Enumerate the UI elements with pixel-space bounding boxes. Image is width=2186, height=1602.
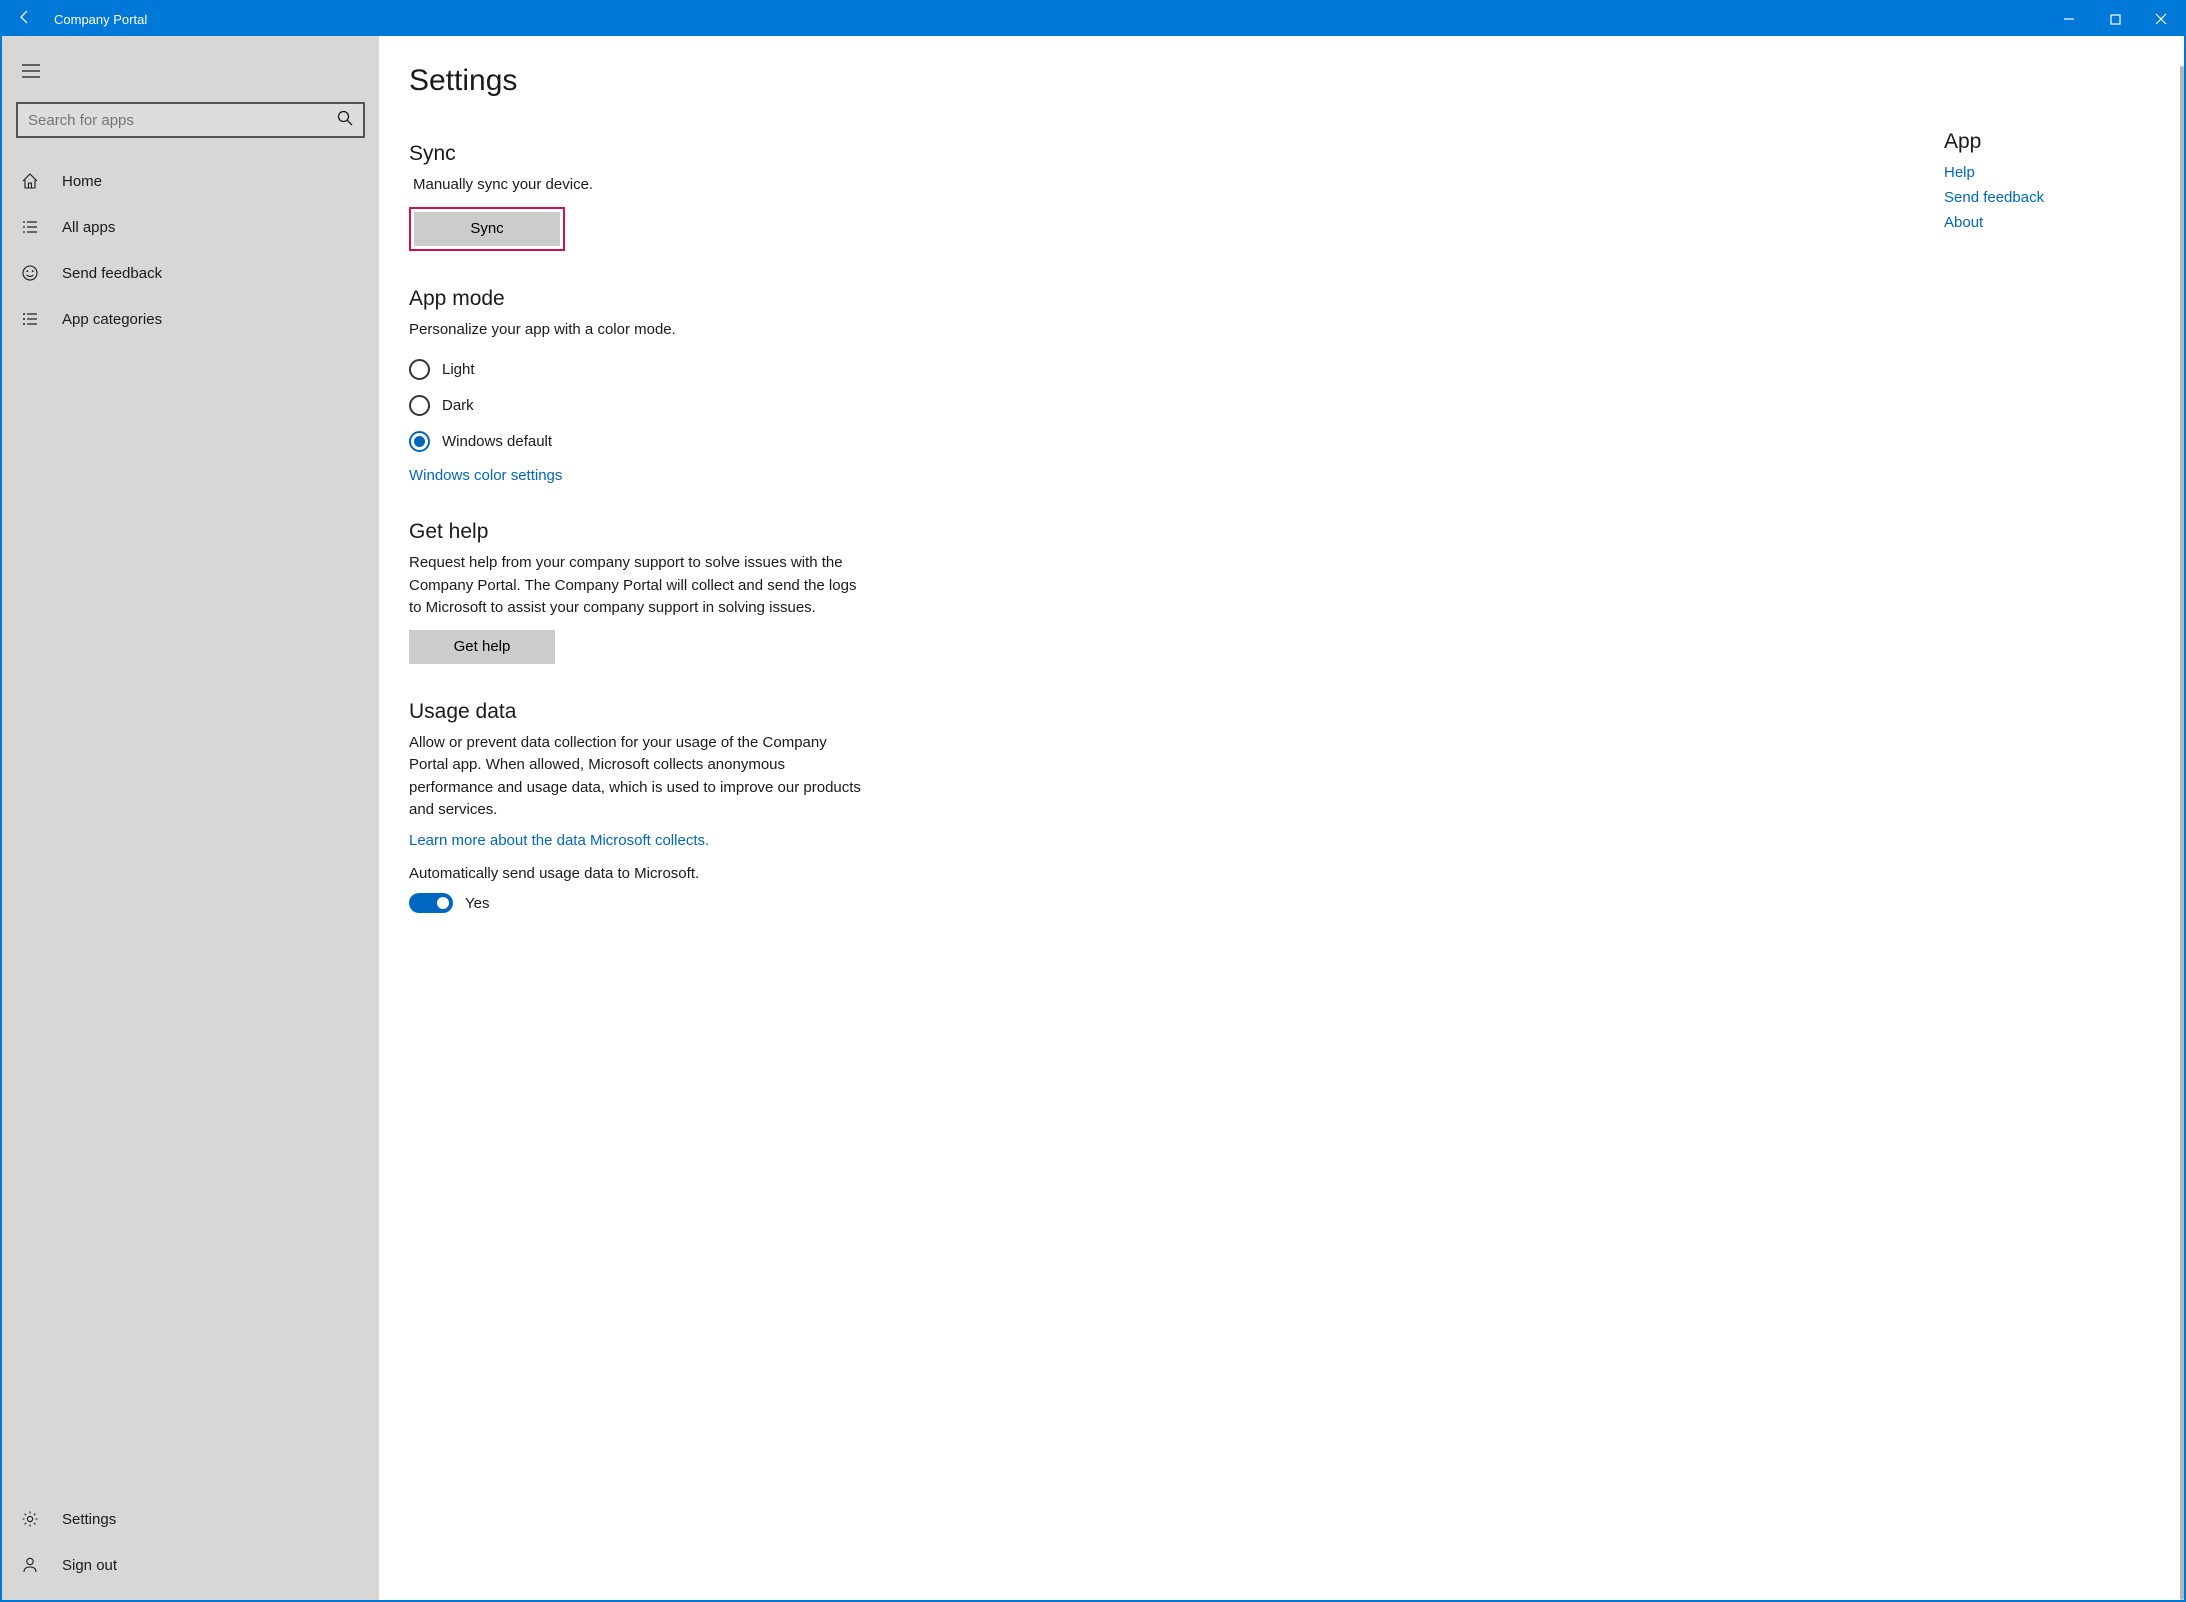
- sidebar: Home All apps Send feedback App categori…: [2, 36, 379, 1600]
- sync-desc: Manually sync your device.: [409, 174, 869, 197]
- sidebar-item-label: Home: [62, 173, 102, 190]
- usage-desc: Allow or prevent data collection for you…: [409, 732, 869, 822]
- sidebar-item-send-feedback[interactable]: Send feedback: [2, 250, 379, 296]
- sidebar-item-label: Sign out: [62, 1557, 117, 1574]
- section-usage-data: Usage data Allow or prevent data collect…: [409, 700, 869, 914]
- radio-icon: [409, 395, 430, 416]
- appmode-radio-light[interactable]: Light: [409, 351, 869, 387]
- gear-icon: [20, 1510, 40, 1528]
- home-icon: [20, 172, 40, 190]
- sidebar-item-label: Settings: [62, 1511, 116, 1528]
- sync-heading: Sync: [409, 142, 869, 166]
- get-help-button[interactable]: Get help: [409, 630, 555, 664]
- radio-icon: [409, 359, 430, 380]
- window-minimize-button[interactable]: [2046, 2, 2092, 36]
- scrollbar[interactable]: [2180, 66, 2184, 1600]
- titlebar: Company Portal: [2, 2, 2184, 36]
- section-app-mode: App mode Personalize your app with a col…: [409, 287, 869, 485]
- section-get-help: Get help Request help from your company …: [409, 520, 869, 664]
- radio-label: Windows default: [442, 433, 552, 450]
- gethelp-heading: Get help: [409, 520, 869, 544]
- rightcol-link-send-feedback[interactable]: Send feedback: [1944, 189, 2174, 206]
- list-checked-icon: [20, 218, 40, 236]
- rightcol-heading: App: [1944, 130, 2174, 154]
- sidebar-item-settings[interactable]: Settings: [2, 1496, 379, 1542]
- sync-button[interactable]: Sync: [414, 212, 560, 246]
- gethelp-desc: Request help from your company support t…: [409, 552, 869, 620]
- usage-toggle-label: Automatically send usage data to Microso…: [409, 863, 869, 886]
- appmode-radio-dark[interactable]: Dark: [409, 387, 869, 423]
- rightcol-link-help[interactable]: Help: [1944, 164, 2174, 181]
- window-maximize-button[interactable]: [2092, 2, 2138, 36]
- usage-learn-more-link[interactable]: Learn more about the data Microsoft coll…: [409, 832, 869, 849]
- smile-icon: [20, 264, 40, 282]
- window-close-button[interactable]: [2138, 2, 2184, 36]
- radio-label: Dark: [442, 397, 474, 414]
- radio-icon: [409, 431, 430, 452]
- usage-heading: Usage data: [409, 700, 869, 724]
- page-title: Settings: [409, 64, 1944, 98]
- sidebar-item-sign-out[interactable]: Sign out: [2, 1542, 379, 1588]
- windows-color-settings-link[interactable]: Windows color settings: [409, 467, 869, 484]
- nav-list: Home All apps Send feedback App categori…: [2, 158, 379, 342]
- main-content: Settings Sync Manually sync your device.…: [379, 36, 2184, 1600]
- usage-toggle-value: Yes: [465, 895, 489, 912]
- appmode-desc: Personalize your app with a color mode.: [409, 319, 869, 342]
- back-button[interactable]: [2, 9, 48, 29]
- section-sync: Sync Manually sync your device. Sync: [409, 142, 869, 251]
- sidebar-item-all-apps[interactable]: All apps: [2, 204, 379, 250]
- sidebar-item-app-categories[interactable]: App categories: [2, 296, 379, 342]
- usage-toggle[interactable]: [409, 893, 453, 913]
- sync-button-highlight: Sync: [409, 207, 565, 251]
- sidebar-item-home[interactable]: Home: [2, 158, 379, 204]
- list-lines-icon: [20, 310, 40, 328]
- right-column: App Help Send feedback About: [1944, 36, 2184, 1600]
- sidebar-item-label: App categories: [62, 311, 162, 328]
- search-input[interactable]: [16, 102, 365, 138]
- hamburger-button[interactable]: [8, 48, 54, 94]
- sidebar-footer: Settings Sign out: [2, 1496, 379, 1600]
- appmode-radio-windows-default[interactable]: Windows default: [409, 423, 869, 459]
- rightcol-link-about[interactable]: About: [1944, 214, 2174, 231]
- search-field[interactable]: [28, 112, 337, 129]
- appmode-heading: App mode: [409, 287, 869, 311]
- radio-label: Light: [442, 361, 475, 378]
- search-icon: [337, 110, 353, 130]
- sidebar-item-label: All apps: [62, 219, 115, 236]
- app-title: Company Portal: [48, 12, 147, 27]
- person-icon: [20, 1556, 40, 1574]
- sidebar-item-label: Send feedback: [62, 265, 162, 282]
